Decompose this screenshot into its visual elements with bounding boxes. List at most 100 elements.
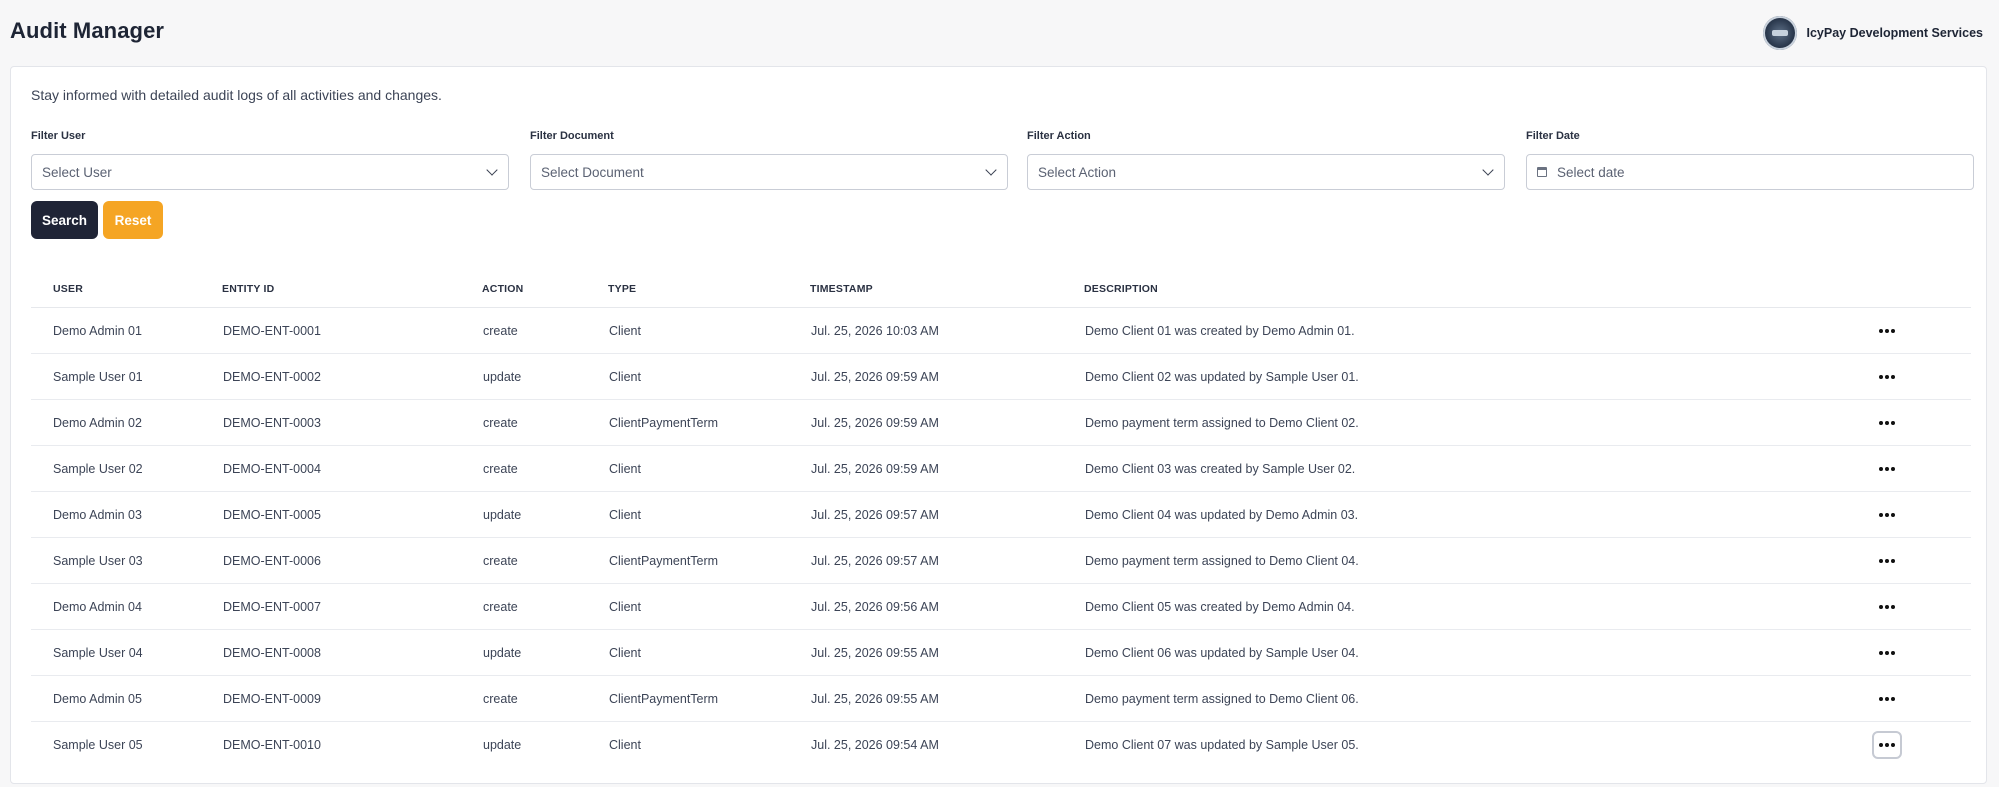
filter-date-input[interactable]: Select date [1526, 154, 1974, 190]
more-horizontal-icon [1879, 466, 1895, 471]
table-row[interactable]: Sample User 03 DEMO-ENT-0006 create ClientP… [31, 537, 1971, 584]
more-horizontal-icon [1879, 696, 1895, 701]
cell-description: Demo payment term assigned to Demo Clien… [1084, 537, 1871, 584]
table-row[interactable]: Sample User 04 DEMO-ENT-0008 update Client J… [31, 629, 1971, 676]
filter-action-select[interactable]: Select Action [1027, 154, 1505, 190]
intro-text: Stay informed with detailed audit logs o… [31, 87, 442, 103]
filter-document-select[interactable]: Select Document [530, 154, 1008, 190]
table-row[interactable]: Demo Admin 05 DEMO-ENT-0009 create ClientPa… [31, 675, 1971, 722]
dot-shape [1885, 650, 1889, 655]
cell-description: Demo payment term assigned to Demo Clien… [1084, 675, 1871, 722]
cell-entity-id: DEMO-ENT-0008 [222, 629, 482, 676]
dot-shape [1891, 558, 1895, 563]
dot-shape [1885, 604, 1889, 609]
cell-row-menu [1871, 583, 1971, 630]
cell-action: create [482, 675, 608, 722]
dot-shape [1885, 374, 1889, 379]
cell-entity-id: DEMO-ENT-0002 [222, 353, 482, 400]
calendar-icon [1537, 167, 1547, 177]
top-bar: Audit Manager IcyPay Development Service… [0, 0, 1999, 66]
row-menu-button[interactable] [1872, 501, 1902, 529]
table-row[interactable]: Demo Admin 02 DEMO-ENT-0003 create ClientPa… [31, 399, 1971, 446]
dot-shape [1891, 328, 1895, 333]
row-menu-button[interactable] [1872, 363, 1902, 391]
row-menu-button[interactable] [1872, 685, 1902, 713]
cell-timestamp: Jul. 25, 2026 09:59 AM [810, 445, 1084, 492]
cell-type: Client [608, 583, 810, 630]
row-menu-button[interactable] [1872, 639, 1902, 667]
filter-action: Filter Action Select Action [1027, 130, 1505, 190]
chevron-down-icon [985, 164, 997, 176]
search-button[interactable]: Search [31, 201, 98, 239]
filter-document-placeholder: Select Document [541, 164, 644, 180]
cell-action: create [482, 399, 608, 446]
cell-user: Sample User 01 [31, 353, 222, 400]
table-row[interactable]: Sample User 02 DEMO-ENT-0004 create Client J… [31, 445, 1971, 492]
cell-description: Demo Client 07 was updated by Sample Use… [1085, 737, 1359, 752]
row-menu-button[interactable] [1872, 547, 1902, 575]
dot-shape [1891, 604, 1895, 609]
reset-button[interactable]: Reset [103, 201, 163, 239]
dot-shape [1879, 466, 1883, 471]
row-menu-button[interactable] [1872, 730, 1902, 759]
row-menu-button[interactable] [1872, 317, 1902, 345]
dot-shape [1879, 328, 1883, 333]
column-header-timestamp[interactable]: TIMESTAMP [810, 271, 1084, 308]
cell-entity-id: DEMO-ENT-0003 [222, 399, 482, 446]
filter-document-label: Filter Document [530, 130, 614, 142]
table-header-row: USER ENTITY ID ACTION TYPE TIMESTAMP DES… [31, 271, 1971, 308]
org-badge[interactable]: IcyPay Development Services [1762, 16, 1983, 50]
cell-description: Demo payment term assigned to Demo Clien… [1084, 399, 1871, 446]
column-header-action[interactable]: ACTION [482, 271, 608, 308]
filter-user-label: Filter User [31, 130, 86, 142]
cell-row-menu [1871, 722, 1971, 768]
filter-date-label: Filter Date [1526, 130, 1580, 142]
dot-shape [1885, 696, 1889, 701]
table-row[interactable]: Sample User 05 DEMO-ENT-0010 update Client J… [31, 722, 1971, 768]
cell-row-menu [1871, 307, 1971, 354]
dot-shape [1885, 558, 1889, 563]
row-menu-button[interactable] [1872, 409, 1902, 437]
dot-shape [1879, 604, 1883, 609]
row-menu-button[interactable] [1872, 455, 1902, 483]
cell-user: Sample User 05 [53, 737, 143, 752]
dot-shape [1879, 420, 1883, 425]
table-row[interactable]: Demo Admin 04 DEMO-ENT-0007 create Client Ju… [31, 583, 1971, 630]
cell-user: Demo Admin 03 [31, 491, 222, 538]
filter-date-placeholder: Select date [1557, 164, 1625, 180]
more-horizontal-icon [1879, 328, 1895, 333]
column-header-type[interactable]: TYPE [608, 271, 810, 308]
column-header-user[interactable]: USER [31, 271, 222, 308]
dot-shape [1885, 328, 1889, 333]
dot-shape [1879, 558, 1883, 563]
filter-user-select[interactable]: Select User [31, 154, 509, 190]
column-header-entity-id[interactable]: ENTITY ID [222, 271, 482, 308]
table-row[interactable]: Demo Admin 01 DEMO-ENT-0001 create Client Ju… [31, 307, 1971, 354]
cell-user: Sample User 04 [31, 629, 222, 676]
column-header-description[interactable]: DESCRIPTION [1084, 271, 1871, 308]
dot-shape [1885, 420, 1889, 425]
cell-description: Demo Client 05 was created by Demo Admin… [1084, 583, 1871, 630]
table-row[interactable]: Demo Admin 03 DEMO-ENT-0005 update Client Ju… [31, 491, 1971, 538]
cell-type: Client [608, 629, 810, 676]
dot-shape [1879, 374, 1883, 379]
dot-shape [1891, 374, 1895, 379]
cell-description: Demo Client 04 was updated by Demo Admin… [1084, 491, 1871, 538]
cell-type: Client [608, 491, 810, 538]
cell-timestamp: Jul. 25, 2026 09:55 AM [810, 629, 1084, 676]
table-row[interactable]: Sample User 01 DEMO-ENT-0002 update Client J… [31, 353, 1971, 400]
dot-shape [1879, 512, 1883, 517]
page-title: Audit Manager [10, 18, 165, 43]
cell-action: update [482, 629, 608, 676]
cell-entity-id: DEMO-ENT-0001 [222, 307, 482, 354]
cell-user: Sample User 03 [31, 537, 222, 584]
cell-action: create [482, 537, 608, 584]
cell-user: Demo Admin 02 [31, 399, 222, 446]
org-logo-icon [1762, 16, 1797, 50]
audit-card: Stay informed with detailed audit logs o… [10, 66, 1987, 784]
table-body: Demo Admin 01 DEMO-ENT-0001 create Client Ju… [31, 307, 1971, 768]
cell-description: Demo Client 03 was created by Sample Use… [1084, 445, 1871, 492]
row-menu-button[interactable] [1872, 593, 1902, 621]
cell-user: Demo Admin 05 [31, 675, 222, 722]
cell-description: Demo Client 06 was updated by Sample Use… [1084, 629, 1871, 676]
